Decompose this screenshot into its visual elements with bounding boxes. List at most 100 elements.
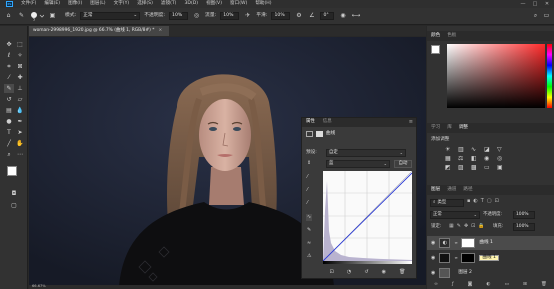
new-layer-icon[interactable]: ⊞ [523, 283, 527, 288]
eraser-tool-icon[interactable]: ▱ [15, 95, 25, 104]
smooth-field[interactable]: 10% [271, 12, 291, 20]
reset-icon[interactable]: ↺ [364, 269, 368, 275]
symmetry-icon[interactable]: ⟷ [351, 12, 361, 21]
type-filter-icon[interactable]: T [481, 199, 484, 204]
search-icon[interactable]: ⌕ [531, 11, 540, 20]
levels-icon[interactable]: ▥ [458, 147, 468, 153]
eye-icon[interactable]: ◉ [431, 255, 435, 261]
opacity-field[interactable]: 10% [169, 12, 189, 20]
close-button[interactable]: ✕ [542, 0, 552, 8]
tab-paths[interactable]: 路径 [463, 187, 472, 193]
tab-libraries[interactable]: 库 [447, 125, 452, 131]
airbrush-icon[interactable]: ✈ [243, 12, 252, 21]
zoom-tool-icon[interactable]: ⌕ [4, 150, 14, 159]
menu-layer[interactable]: 图层(L) [90, 1, 105, 7]
eyedropper-tool-icon[interactable]: ⁄ [4, 73, 14, 82]
eye-icon[interactable]: ◉ [431, 270, 435, 276]
tab-layers[interactable]: 图层 [431, 187, 440, 193]
document-tab[interactable]: woman-2998996_1920.jpg @ 66.7% (曲线 1, RG… [29, 26, 169, 36]
shape-filter-icon[interactable]: ▢ [487, 199, 492, 204]
path-select-icon[interactable]: ➤ [15, 128, 25, 137]
layer-row-curves[interactable]: ◉ ◐ ∞ 曲线 1 [427, 236, 554, 250]
healing-tool-icon[interactable]: ✚ [15, 73, 25, 82]
lock-paint-icon[interactable]: ✎ [457, 224, 461, 229]
mode-select[interactable]: 正常 ⌄ [80, 12, 141, 20]
more-tools-icon[interactable]: ⋯ [15, 150, 25, 159]
fx-icon[interactable]: ƒ [452, 283, 454, 288]
history-brush-icon[interactable]: ↺ [4, 95, 14, 104]
photo-filter-icon[interactable]: ◉ [484, 156, 494, 162]
brush-preset-picker[interactable]: 5 [30, 12, 44, 21]
layer-name[interactable]: 曲线 1 [479, 240, 493, 246]
vibrance-icon[interactable]: ▽ [497, 147, 507, 153]
blend-mode-select[interactable]: 正常 ⌄ [430, 211, 480, 219]
type-tool-icon[interactable]: T [4, 128, 14, 137]
lock-pixels-icon[interactable]: ▦ [449, 224, 454, 229]
lock-artboard-icon[interactable]: ⊡ [471, 224, 475, 229]
pressure-size-icon[interactable]: ◉ [338, 12, 347, 21]
new-group-icon[interactable]: ▭ [505, 283, 509, 288]
menu-select[interactable]: 选择(S) [137, 1, 153, 7]
menu-filter[interactable]: 滤镜(T) [161, 1, 177, 7]
curves-icon[interactable]: ∿ [471, 147, 481, 153]
pixel-filter-icon[interactable]: ▪ [467, 199, 470, 204]
tab-info[interactable]: 信息 [323, 119, 332, 124]
menu-image[interactable]: 图像(I) [68, 1, 82, 7]
adjust-filter-icon[interactable]: ◐ [473, 199, 477, 204]
layer-opacity-field[interactable]: 100% [513, 211, 535, 219]
color-field[interactable] [447, 44, 545, 108]
preset-select[interactable]: 自定 ⌄ [326, 149, 406, 157]
channel-mixer-icon[interactable]: ◎ [497, 156, 507, 162]
smooth-icon[interactable]: ≈ [307, 241, 311, 246]
hand-tool-icon[interactable]: ✋ [15, 139, 25, 148]
hue-slider[interactable] [547, 44, 552, 108]
tab-color[interactable]: 颜色 [431, 33, 440, 39]
brush-tool-icon[interactable]: ✎ [4, 84, 14, 93]
trash-icon[interactable]: 🗑 [541, 283, 547, 288]
menu-help[interactable]: 帮助(H) [255, 1, 271, 7]
lock-move-icon[interactable]: ✥ [464, 224, 468, 229]
visibility-icon[interactable]: ◉ [382, 269, 386, 275]
frame-tool-icon[interactable]: ⊠ [15, 62, 25, 71]
angle-icon[interactable]: ∠ [307, 12, 316, 21]
home-icon[interactable]: ⌂ [4, 12, 13, 21]
exposure-icon[interactable]: ◪ [484, 147, 494, 153]
minimize-button[interactable]: — [518, 0, 528, 8]
tab-adjustments[interactable]: 调整 [459, 125, 468, 131]
channel-select[interactable]: 蓝 ⌄ [326, 160, 390, 168]
curves-graph[interactable] [323, 171, 412, 261]
view-previous-icon[interactable]: ◔ [347, 269, 351, 275]
clip-to-layer-icon[interactable]: ⊡ [330, 269, 334, 275]
color-balance-icon[interactable]: ⚖ [458, 156, 468, 162]
auto-button[interactable]: 自动 [394, 160, 412, 168]
flow-field[interactable]: 10% [220, 12, 240, 20]
foreground-color-swatch[interactable] [7, 166, 17, 176]
smart-filter-icon[interactable]: ⊡ [495, 199, 499, 204]
angle-field[interactable]: 0° [320, 12, 335, 20]
mask-icon[interactable] [316, 131, 323, 137]
pressure-opacity-icon[interactable]: ◎ [192, 12, 201, 21]
gear-icon[interactable]: ⚙ [294, 12, 303, 21]
stamp-tool-icon[interactable]: ⊥ [15, 84, 25, 93]
brush-tool-icon[interactable]: ✎ [17, 12, 26, 21]
close-tab-icon[interactable]: × [158, 28, 162, 33]
gradient-map-icon[interactable]: ▭ [484, 165, 494, 171]
black-white-icon[interactable]: ◧ [471, 156, 481, 162]
menu-3d[interactable]: 3D(D) [184, 1, 198, 7]
posterize-icon[interactable]: ▨ [458, 165, 468, 171]
marquee-tool-icon[interactable]: ⬚ [15, 40, 25, 49]
layer-mask-thumb[interactable] [461, 253, 476, 263]
line-tool-icon[interactable]: ╱ [4, 139, 14, 148]
workspace-icon[interactable]: ▭ [542, 11, 551, 20]
link-layers-icon[interactable]: ∞ [434, 283, 438, 288]
fg-swatch[interactable] [431, 45, 440, 54]
target-adjust-icon[interactable]: ⇕ [307, 161, 311, 166]
tab-channels[interactable]: 通道 [447, 187, 456, 193]
trash-icon[interactable]: 🗑 [399, 269, 405, 275]
gradient-tool-icon[interactable]: ▤ [4, 106, 14, 115]
blur-tool-icon[interactable]: 💧 [15, 106, 25, 115]
screen-mode-icon[interactable]: ▢ [9, 201, 19, 210]
lasso-tool-icon[interactable]: ℓ [4, 51, 14, 60]
selective-color-icon[interactable]: ▣ [497, 165, 507, 171]
tab-swatches[interactable]: 色板 [447, 33, 456, 39]
